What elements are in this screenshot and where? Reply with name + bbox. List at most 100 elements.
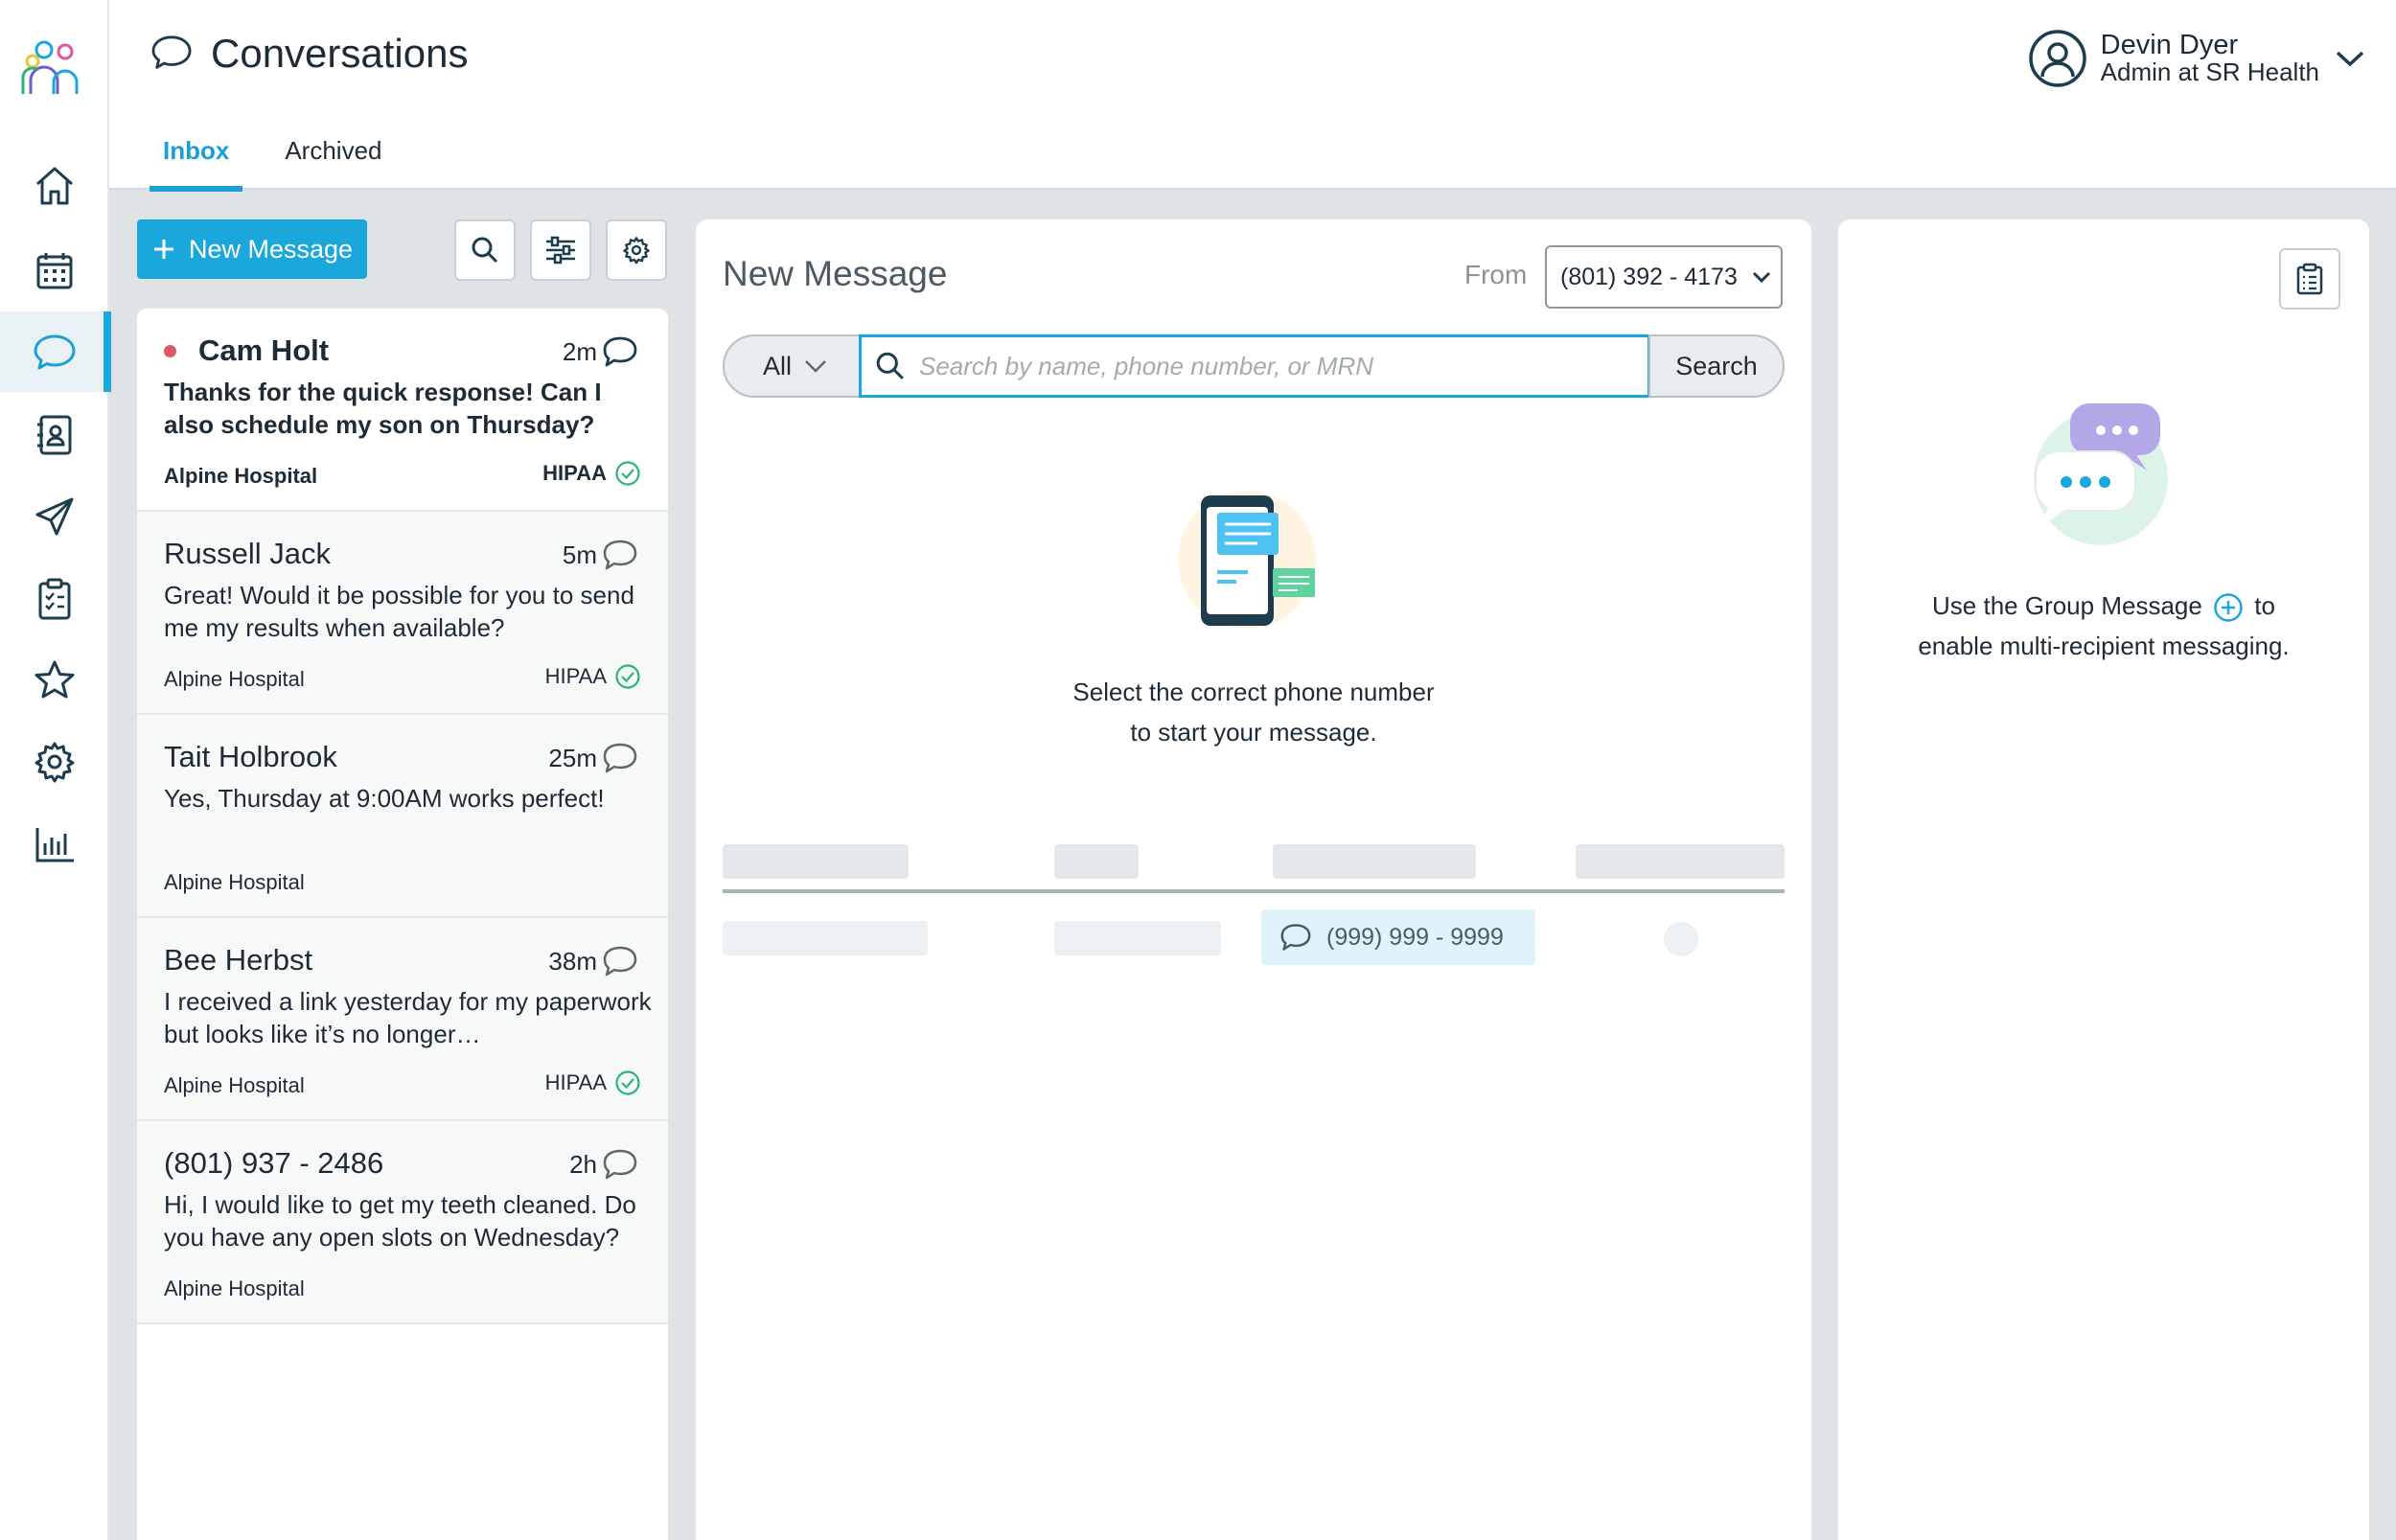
conversation-name: (801) 937 - 2486 <box>164 1146 384 1180</box>
hipaa-badge: HIPAA <box>545 1069 641 1096</box>
conversation-preview: Hi, I would like to get my teeth cleaned… <box>164 1190 636 1252</box>
add-circle-icon[interactable] <box>2213 592 2244 623</box>
header: Conversations Inbox Archived Devin Dyer … <box>109 0 2396 192</box>
tab-bar: Inbox Archived <box>150 125 425 192</box>
filter-button[interactable] <box>530 219 591 281</box>
conversation-item[interactable]: Tait Holbrook 25m Yes, Thursday at 9:00A… <box>137 715 668 918</box>
chat-bubble-icon <box>603 1149 637 1180</box>
gear-icon <box>623 237 650 264</box>
nav-calendar[interactable] <box>0 230 109 310</box>
conversation-time: 38m <box>548 947 597 976</box>
group-hint-text-before: Use the Group Message <box>1932 591 2202 620</box>
clipboard-icon <box>38 578 71 620</box>
user-name: Devin Dyer <box>2100 30 2239 60</box>
page-title-text: Conversations <box>211 31 469 76</box>
conversation-time: 2m <box>562 337 597 366</box>
settings-button[interactable] <box>606 219 667 281</box>
sliders-icon <box>546 236 575 264</box>
tab-inbox[interactable]: Inbox <box>150 125 243 192</box>
group-hint-line-1: Use the Group Message to <box>1857 586 2350 626</box>
calendar-icon <box>36 253 73 289</box>
from-label: From <box>1464 260 1528 289</box>
nav-home[interactable] <box>0 146 109 226</box>
chevron-down-icon <box>1752 271 1770 284</box>
user-role: Admin at SR Health <box>2100 57 2319 86</box>
conversation-time: 2h <box>569 1150 597 1179</box>
conversation-org: Alpine Hospital <box>164 1276 305 1300</box>
skeleton-cell <box>723 921 928 955</box>
from-number-value: (801) 392 - 4173 <box>1560 263 1738 290</box>
conversation-org: Alpine Hospital <box>164 870 305 894</box>
conversation-org: Alpine Hospital <box>164 667 305 691</box>
search-input[interactable] <box>919 351 1628 381</box>
check-circle-icon <box>615 461 640 486</box>
recipient-filter-select[interactable]: All <box>723 334 866 398</box>
hipaa-label: HIPAA <box>544 1070 607 1094</box>
conversation-item[interactable]: Cam Holt 2m Thanks for the quick respons… <box>137 309 668 512</box>
nav-conversations[interactable] <box>0 311 111 392</box>
app-logo[interactable] <box>19 38 90 98</box>
table-divider <box>723 889 1785 893</box>
user-menu[interactable]: Devin Dyer Admin at SR Health <box>2028 29 2367 88</box>
skeleton-header-cell <box>1054 844 1139 879</box>
nav-reports[interactable] <box>0 803 109 884</box>
tab-archived[interactable]: Archived <box>271 125 395 191</box>
chat-bubble-icon <box>1280 924 1311 951</box>
nav-favorites[interactable] <box>0 640 109 721</box>
conversation-preview: Great! Would it be possible for you to s… <box>164 581 634 642</box>
search-submit-button[interactable]: Search <box>1648 334 1785 398</box>
nav-campaigns[interactable] <box>0 476 109 557</box>
check-circle-icon <box>615 664 640 689</box>
contacts-icon <box>37 415 72 455</box>
panel-title: New Message <box>723 254 948 293</box>
search-icon <box>876 352 904 379</box>
conversation-preview: Thanks for the quick response! Can I als… <box>164 378 602 439</box>
filter-value: All <box>763 351 793 380</box>
skeleton-radio <box>1664 922 1698 956</box>
check-circle-icon <box>615 1070 640 1095</box>
nav-tasks[interactable] <box>0 559 109 639</box>
select-number-hint: Select the correct phone number to start… <box>723 672 1785 752</box>
new-message-button[interactable]: New Message <box>137 219 367 279</box>
conversation-item[interactable]: Russell Jack 5m Great! Would it be possi… <box>137 512 668 715</box>
skeleton-header-cell <box>1576 844 1785 879</box>
avatar <box>2028 30 2086 87</box>
sample-phone-chip[interactable]: (999) 999 - 9999 <box>1261 909 1535 965</box>
from-number-select[interactable]: (801) 392 - 4173 <box>1545 245 1783 309</box>
new-message-label: New Message <box>189 234 354 264</box>
search-icon <box>472 237 498 264</box>
conversation-item[interactable]: (801) 937 - 2486 2h Hi, I would like to … <box>137 1121 668 1324</box>
star-icon <box>35 660 75 699</box>
chat-bubble-icon <box>603 540 637 570</box>
group-message-panel: Use the Group Message to enable multi-re… <box>1838 219 2369 1540</box>
clipboard-icon <box>2296 263 2323 295</box>
home-icon <box>36 167 73 205</box>
sample-phone-number: (999) 999 - 9999 <box>1326 923 1504 951</box>
group-chat-illustration <box>2034 403 2168 545</box>
chat-bubble-icon <box>603 336 637 367</box>
send-icon <box>35 497 74 536</box>
new-message-panel: New Message From (801) 392 - 4173 All Se… <box>696 219 1811 1540</box>
conversation-time: 25m <box>548 744 597 772</box>
hint-line-1: Select the correct phone number <box>1072 678 1435 706</box>
left-nav <box>0 0 111 1540</box>
conversation-list: Cam Holt 2m Thanks for the quick respons… <box>137 309 668 1540</box>
conversation-time: 5m <box>562 540 597 569</box>
skeleton-header-cell <box>723 844 909 879</box>
user-info: Devin Dyer Admin at SR Health <box>2100 30 2319 86</box>
group-hint-line-2: enable multi-recipient messaging. <box>1918 632 2290 660</box>
chevron-down-icon[interactable] <box>2333 45 2367 72</box>
clipboard-button[interactable] <box>2279 248 2340 310</box>
nav-settings[interactable] <box>0 722 109 802</box>
nav-contacts[interactable] <box>0 395 109 475</box>
chat-icon <box>34 334 76 370</box>
conversation-name: Bee Herbst <box>164 943 313 977</box>
search-button[interactable] <box>454 219 516 281</box>
conversation-preview: Yes, Thursday at 9:00AM works perfect! <box>164 784 605 813</box>
conversation-item[interactable]: Bee Herbst 38m I received a link yesterd… <box>137 918 668 1121</box>
conversation-name: Cam Holt <box>198 333 330 367</box>
hipaa-label: HIPAA <box>544 664 607 688</box>
phone-message-illustration <box>1178 491 1316 629</box>
gear-icon <box>35 742 75 783</box>
skeleton-header-cell <box>1273 844 1476 879</box>
